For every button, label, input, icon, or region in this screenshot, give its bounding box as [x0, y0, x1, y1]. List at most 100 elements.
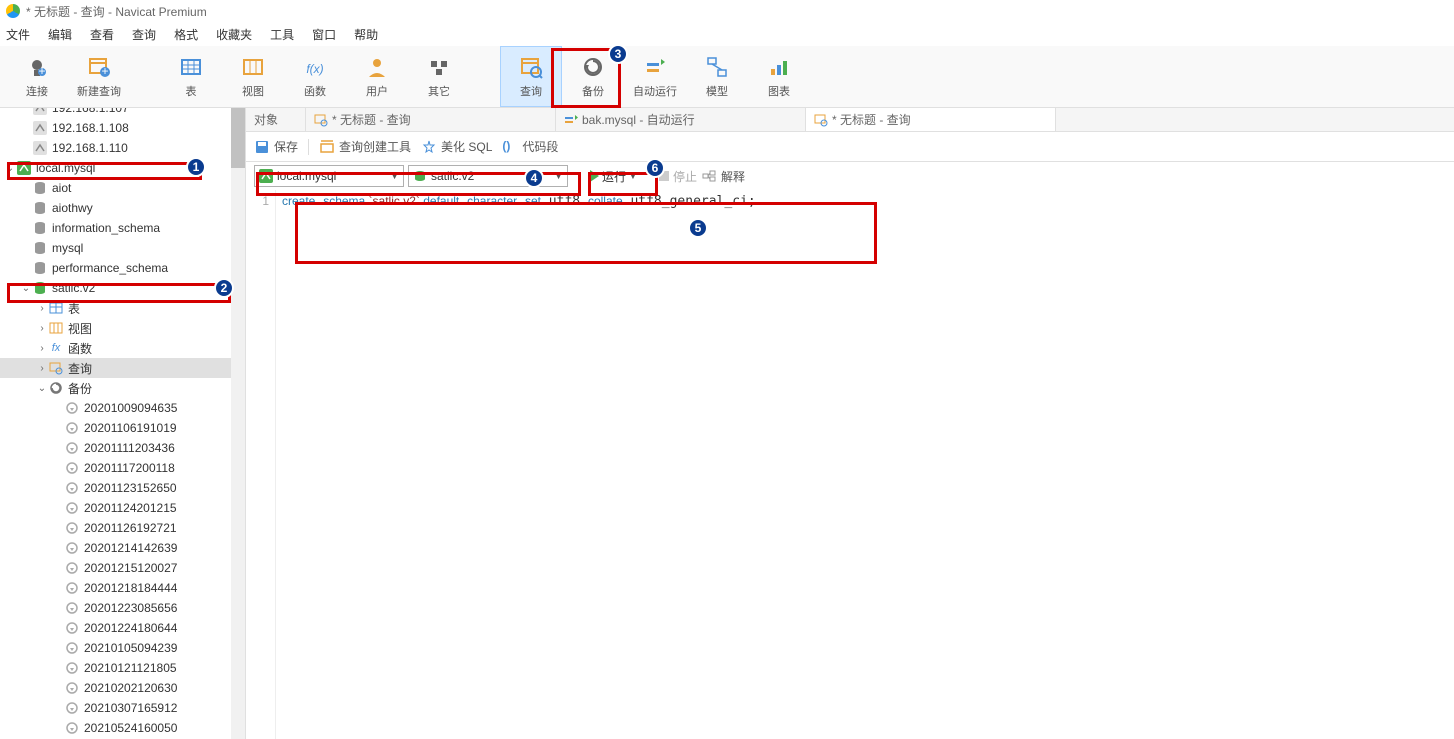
tree-backup-item[interactable]: 20201106191019 — [0, 418, 245, 438]
menu-window[interactable]: 窗口 — [312, 26, 336, 43]
toolbar-backup-button[interactable]: 备份 — [562, 46, 624, 107]
tree-node-icon — [64, 620, 80, 636]
tree-node-icon — [64, 640, 80, 656]
toolbar-label: 视图 — [242, 83, 264, 99]
plug-icon: + — [25, 55, 49, 79]
backup-icon — [581, 55, 605, 79]
tree-backup-item[interactable]: 20210524160050 — [0, 718, 245, 738]
tree-db-item[interactable]: mysql — [0, 238, 245, 258]
toolbar-user-button[interactable]: 用户 — [346, 46, 408, 107]
menu-favorites[interactable]: 收藏夹 — [216, 26, 252, 43]
beautify-sql-button[interactable]: 美化 SQL — [421, 138, 492, 155]
tree-backup-item[interactable]: 20201215120027 — [0, 558, 245, 578]
document-tab[interactable]: * 无标题 - 查询 — [806, 108, 1056, 131]
chevron-icon: › — [36, 343, 48, 354]
document-tab[interactable]: 对象 — [246, 108, 306, 131]
explain-button[interactable]: 解释 — [701, 168, 745, 185]
menu-format[interactable]: 格式 — [174, 26, 198, 43]
tree-backup-item[interactable]: 20201214142639 — [0, 538, 245, 558]
tree-backup-item[interactable]: 20201218184444 — [0, 578, 245, 598]
tree-table-node[interactable]: ›表 — [0, 298, 245, 318]
toolbar-chart-button[interactable]: 图表 — [748, 46, 810, 107]
tree-db-item[interactable]: performance_schema — [0, 258, 245, 278]
tree-node-label: 20201224180644 — [84, 621, 177, 635]
toolbar-auto-button[interactable]: 自动运行 — [624, 46, 686, 107]
tree-node-label: 20201106191019 — [84, 421, 177, 435]
tree-db-item[interactable]: aiothwy — [0, 198, 245, 218]
sidebar-scrollbar[interactable]: ▲ — [231, 108, 245, 739]
tree-db-satlic[interactable]: ⌄satlic.v2 — [0, 278, 245, 298]
sql-text[interactable]: create schema `satlic.v2` default charac… — [276, 190, 1454, 739]
tree-node-label: local.mysql — [36, 161, 95, 175]
database-dropdown[interactable]: satlic.v2 ▼ — [408, 165, 568, 187]
tree-node-label: 20201218184444 — [84, 581, 177, 595]
tree-node-label: 20201126192721 — [84, 521, 177, 535]
tree-node-label: 视图 — [68, 320, 92, 337]
tree-node-label: 20210105094239 — [84, 641, 177, 655]
toolbar-other-button[interactable]: 其它 — [408, 46, 470, 107]
document-tab[interactable]: bak.mysql - 自动运行 — [556, 108, 806, 131]
tree-db-item[interactable]: information_schema — [0, 218, 245, 238]
stop-icon — [659, 171, 669, 181]
tree-node-icon — [32, 280, 48, 296]
toolbar-view-button[interactable]: 视图 — [222, 46, 284, 107]
run-button[interactable]: 运行 ▼ — [584, 165, 643, 187]
tree-fx-node[interactable]: ›fx函数 — [0, 338, 245, 358]
tree-node-label: 20201124201215 — [84, 501, 177, 515]
sql-editor[interactable]: 1 create schema `satlic.v2` default char… — [246, 190, 1454, 739]
toolbar-newquery-button[interactable]: +新建查询 — [68, 46, 130, 107]
tree-node-icon — [64, 680, 80, 696]
tree-backup-item[interactable]: 20210121121805 — [0, 658, 245, 678]
tree-node-icon — [32, 260, 48, 276]
menu-bar: 文件 编辑 查看 查询 格式 收藏夹 工具 窗口 帮助 — [0, 22, 1454, 46]
tree-backup-item[interactable]: 20201124201215 — [0, 498, 245, 518]
scrollbar-thumb[interactable] — [231, 108, 245, 168]
tree-backup-item[interactable]: 20201123152650 — [0, 478, 245, 498]
tree-node-icon — [64, 400, 80, 416]
tree-query-node[interactable]: ›查询 — [0, 358, 245, 378]
tree-node-icon — [64, 520, 80, 536]
fx-icon: f(x) — [303, 55, 327, 79]
menu-query[interactable]: 查询 — [132, 26, 156, 43]
tree-node-label: 备份 — [68, 380, 92, 397]
document-tab[interactable]: * 无标题 - 查询 — [306, 108, 556, 131]
save-button[interactable]: 保存 — [254, 138, 298, 155]
tree-node-label: 20201123152650 — [84, 481, 177, 495]
connection-dropdown[interactable]: local.mysql ▼ — [254, 165, 404, 187]
tree-conn-item[interactable]: 192.168.1.110 — [0, 138, 245, 158]
menu-help[interactable]: 帮助 — [354, 26, 378, 43]
tree-backup-item[interactable]: 20210307165912 — [0, 698, 245, 718]
tree-backup-node[interactable]: ⌄备份 — [0, 378, 245, 398]
tree-conn-item[interactable]: 192.168.1.108 — [0, 118, 245, 138]
database-active-icon — [413, 169, 427, 183]
tree-backup-item[interactable]: 20201009094635 — [0, 398, 245, 418]
tree-backup-item[interactable]: 20201117200118 — [0, 458, 245, 478]
toolbar-label: 备份 — [582, 83, 604, 99]
toolbar-plug-button[interactable]: +连接 — [6, 46, 68, 107]
query-builder-button[interactable]: 查询创建工具 — [319, 138, 411, 155]
tree-backup-item[interactable]: 20201223085656 — [0, 598, 245, 618]
tree-view-node[interactable]: ›视图 — [0, 318, 245, 338]
tree-backup-item[interactable]: 20210105094239 — [0, 638, 245, 658]
tree-backup-item[interactable]: 20201126192721 — [0, 518, 245, 538]
tree-node-label: 表 — [68, 300, 80, 317]
tree-db-item[interactable]: aiot — [0, 178, 245, 198]
toolbar-table-button[interactable]: 表 — [160, 46, 222, 107]
tree-backup-item[interactable]: 20210202120630 — [0, 678, 245, 698]
menu-view[interactable]: 查看 — [90, 26, 114, 43]
tree-node-icon: fx — [48, 340, 64, 356]
tree-node-icon — [32, 240, 48, 256]
toolbar-model-button[interactable]: 模型 — [686, 46, 748, 107]
code-snippet-button[interactable]: () 代码段 — [502, 138, 558, 155]
tree-conn-item[interactable]: 192.168.1.107 — [0, 108, 245, 118]
tree-backup-item[interactable]: 20201224180644 — [0, 618, 245, 638]
tree-node-label: 192.168.1.108 — [52, 121, 129, 135]
menu-tools[interactable]: 工具 — [270, 26, 294, 43]
tree-backup-item[interactable]: 20201111203436 — [0, 438, 245, 458]
toolbar-fx-button[interactable]: f(x)函数 — [284, 46, 346, 107]
menu-file[interactable]: 文件 — [6, 26, 30, 43]
stop-button: 停止 — [659, 168, 697, 185]
toolbar-query-button[interactable]: 查询 — [500, 46, 562, 107]
tree-conn-localmysql[interactable]: ⌄local.mysql — [0, 158, 245, 178]
menu-edit[interactable]: 编辑 — [48, 26, 72, 43]
